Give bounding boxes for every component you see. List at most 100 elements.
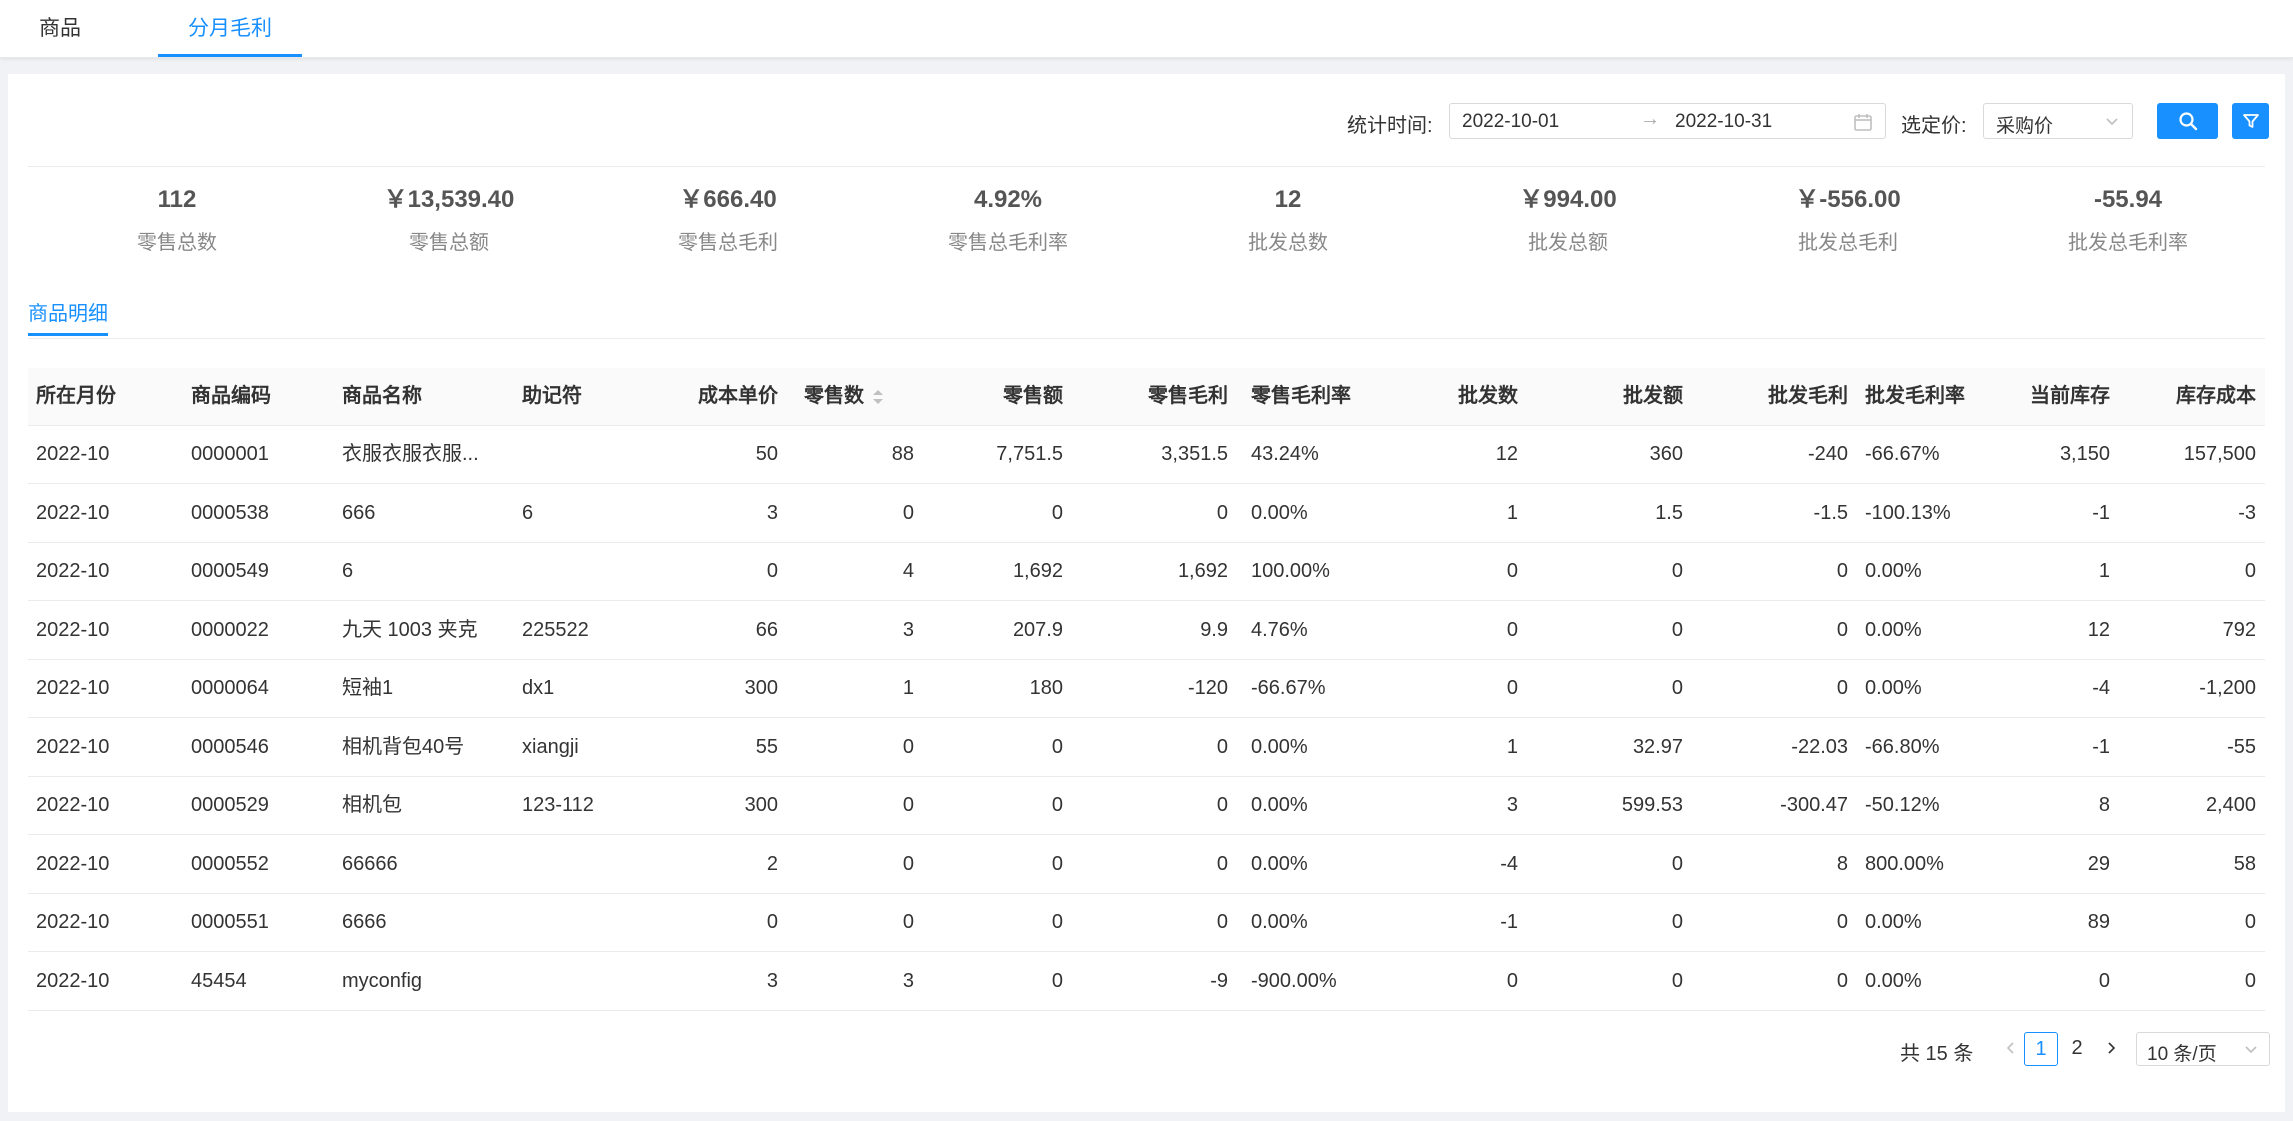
page-2-button[interactable]: 2 [2060,1032,2094,1066]
col-code: 商品编码 [191,385,271,407]
range-separator-icon: → [1640,108,1660,130]
tab-goods[interactable]: 商品 [38,0,82,57]
table-row: 2022-10 45454 myconfig 3 3 0 -9 -900.00% 0 0 0 0.00… [28,953,2265,1011]
cell-current-stock: 0 [2098,969,2110,992]
cell-retail-margin: -66.67% [1251,677,1326,699]
cell-mnemonic [522,543,622,600]
cell-mnemonic: 6 [522,501,534,524]
cell-current-stock: -4 [2092,677,2110,699]
cell-mnemonic [522,894,622,951]
cell-retail-margin: 0.00% [1251,852,1308,875]
cell-retail-profit: 3,351.5 [1161,443,1228,465]
cell-wholesale-amount: 0 [1671,969,1683,992]
price-select[interactable]: 采购价 [1983,103,2133,139]
col-current-stock: 当前库存 [2030,385,2110,407]
filter-icon [2242,114,2259,128]
cell-current-stock: 3,150 [2059,443,2110,465]
cell-month: 2022-10 [36,560,110,582]
stat-wholesale-margin: -55.94 批发总毛利率 [1988,184,2268,255]
cell-code: 0000552 [191,852,269,875]
stat-wholesale-amount: ￥994.00 批发总额 [1428,184,1708,255]
cell-retail-profit: 0 [1216,794,1228,816]
cell-month: 2022-10 [36,735,110,758]
cell-stock-cost: 0 [2244,560,2256,582]
cell-wholesale-amount: 1.5 [1655,501,1683,524]
cell-retail-margin: 4.76% [1251,618,1308,641]
summary-stats: 112 零售总数 ￥13,539.40 零售总额 ￥666.40 零售总毛利 4… [8,184,2285,264]
filter-button[interactable] [2232,103,2269,139]
cell-cost-price: 300 [744,677,778,699]
table-row: 2022-10 0000529 相机包 123-112 300 0 0 0 0.00% 3 599.… [28,777,2265,835]
next-page-icon[interactable] [2094,1032,2128,1066]
table-row: 2022-10 0000549 6 0 4 1,692 1,692 100.00% 0 0 0 0.0… [28,543,2265,601]
cell-month: 2022-10 [36,677,110,699]
stat-wholesale-count: 12 批发总数 [1148,184,1428,255]
stat-retail-profit: ￥666.40 零售总毛利 [588,184,868,255]
col-wholesale-count: 批发数 [1458,385,1518,407]
col-wholesale-profit: 批发毛利 [1768,385,1848,407]
cell-code: 0000022 [191,618,269,641]
cell-retail-amount: 0 [1051,501,1063,524]
subtab-divider [28,338,2265,339]
cell-stock-cost: 157,500 [2183,443,2256,465]
cell-name: 九天 1003 夹克 [342,618,478,641]
pagination: 共 15 条 1 2 10 条/页 [8,1029,2285,1069]
top-tab-bar: 商品 分月毛利 [0,0,2293,58]
cell-stock-cost: -1,200 [2199,677,2256,699]
cell-wholesale-count: 0 [1506,560,1518,582]
cell-retail-profit: 0 [1216,735,1228,758]
cell-wholesale-profit: -22.03 [1791,735,1848,758]
stat-label: 零售总额 [409,232,489,254]
cell-stock-cost: -3 [2238,501,2256,524]
cell-cost-price: 50 [755,443,778,465]
stat-value: 4.92% [973,186,1043,213]
cell-wholesale-profit: -300.47 [1780,794,1848,816]
filter-bar: 统计时间: 2022-10-01 → 2022-10-31 选定价: 采购价 [8,74,2285,166]
stat-value: -55.94 [2093,186,2163,213]
col-retail-profit: 零售毛利 [1148,385,1228,407]
cell-month: 2022-10 [36,618,110,641]
cell-code: 0000549 [191,560,269,582]
cell-cost-price: 300 [744,794,778,816]
time-label: 统计时间: [1347,115,1433,137]
pagination-total: 共 15 条 [1900,1043,1974,1065]
stat-value: ￥13,539.40 [383,186,515,213]
search-button[interactable] [2157,103,2218,139]
cell-wholesale-amount: 0 [1671,677,1683,699]
cell-stock-cost: 0 [2244,969,2256,992]
cell-wholesale-profit: 0 [1836,677,1848,699]
cell-code: 0000551 [191,911,269,933]
cell-mnemonic [522,836,622,893]
cell-wholesale-amount: 0 [1671,560,1683,582]
chevron-down-icon [2245,1046,2257,1054]
cell-wholesale-profit: 0 [1836,560,1848,582]
col-wholesale-amount: 批发额 [1623,385,1683,407]
end-date-input[interactable]: 2022-10-31 [1675,111,1772,133]
cell-current-stock: 12 [2087,618,2110,641]
cell-stock-cost: 2,400 [2205,794,2256,816]
cell-wholesale-profit: -240 [1807,443,1848,465]
cell-name: 相机背包40号 [342,735,465,758]
cell-wholesale-amount: 599.53 [1621,794,1683,816]
cell-name: 衣服衣服衣服... [342,443,479,465]
tab-monthly-profit[interactable]: 分月毛利 [158,0,302,57]
cell-wholesale-margin: 0.00% [1865,969,1922,992]
cell-wholesale-count: -4 [1500,852,1518,875]
start-date-input[interactable]: 2022-10-01 [1462,111,1559,133]
tab-goods-detail[interactable]: 商品明细 [28,296,108,336]
cell-current-stock: -1 [2092,501,2110,524]
cell-code: 0000546 [191,735,269,758]
cell-stock-cost: 792 [2222,618,2256,641]
sort-icon[interactable] [872,388,884,406]
stat-value: ￥-556.00 [1795,186,1901,213]
col-retail-margin: 零售毛利率 [1251,385,1351,407]
cell-month: 2022-10 [36,852,110,875]
cell-current-stock: 1 [2098,560,2110,582]
prev-page-icon[interactable] [1994,1032,2028,1066]
page-1-button[interactable]: 1 [2024,1032,2058,1066]
filter-divider [28,166,2265,167]
cell-retail-amount: 0 [1051,969,1063,992]
page-size-select[interactable]: 10 条/页 [2136,1032,2270,1066]
cell-month: 2022-10 [36,501,110,524]
date-range-picker[interactable]: 2022-10-01 → 2022-10-31 [1449,103,1886,139]
